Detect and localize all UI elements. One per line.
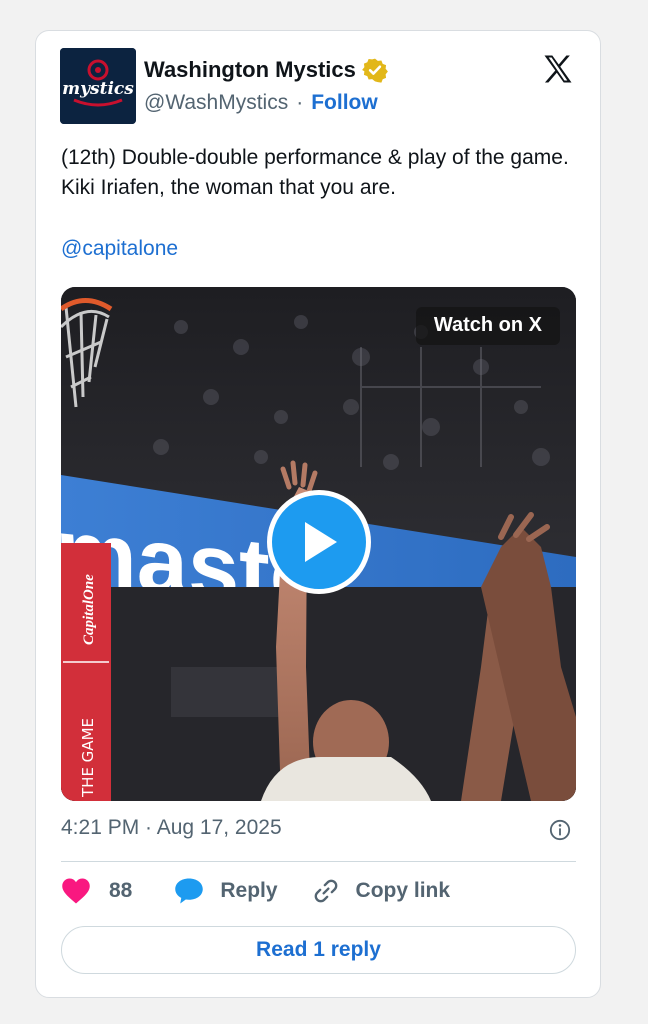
avatar[interactable]: mystics (60, 48, 136, 124)
verified-badge-icon (361, 58, 388, 83)
play-icon (305, 522, 337, 562)
reply-button[interactable]: Reply (174, 877, 278, 905)
x-logo-icon[interactable] (540, 51, 576, 87)
account-name-row: Washington Mystics (144, 57, 388, 83)
sponsor-text: CapitalOne (81, 574, 97, 645)
heart-icon (62, 878, 90, 904)
tweet-card: mystics Washington Mystics @WashMystics … (35, 30, 601, 998)
mention-link[interactable]: @capitalone (61, 237, 178, 261)
like-button[interactable]: 88 (61, 877, 132, 905)
separator-dot: · (296, 91, 304, 114)
video-media[interactable]: maste CapitalOne THE GAME Watch on X (61, 287, 576, 801)
team-logo-icon: mystics (60, 48, 136, 124)
like-count: 88 (109, 879, 133, 902)
account-name[interactable]: Washington Mystics (144, 57, 356, 83)
watch-on-x-badge[interactable]: Watch on X (415, 307, 560, 345)
sponsor-tagline: THE GAME (79, 718, 97, 798)
tweet-text: (12th) Double-double performance & play … (61, 146, 569, 199)
copy-link-label: Copy link (355, 879, 451, 902)
tweet-timestamp[interactable]: 4:21 PM · Aug 17, 2025 (61, 816, 282, 840)
reply-label: Reply (220, 879, 278, 902)
reply-bubble-icon (175, 878, 204, 904)
action-bar: 88 Reply Copy link (61, 877, 450, 905)
link-icon (314, 879, 337, 903)
read-replies-button[interactable]: Read 1 reply (61, 926, 576, 974)
copy-link-button[interactable]: Copy link (312, 877, 451, 905)
follow-button[interactable]: Follow (311, 91, 378, 115)
avatar-text: mystics (62, 79, 134, 99)
account-handle[interactable]: @WashMystics (144, 91, 288, 115)
handle-row: @WashMystics · Follow (144, 91, 378, 115)
play-button[interactable] (267, 490, 371, 594)
info-icon[interactable] (549, 819, 571, 841)
divider (61, 861, 576, 862)
